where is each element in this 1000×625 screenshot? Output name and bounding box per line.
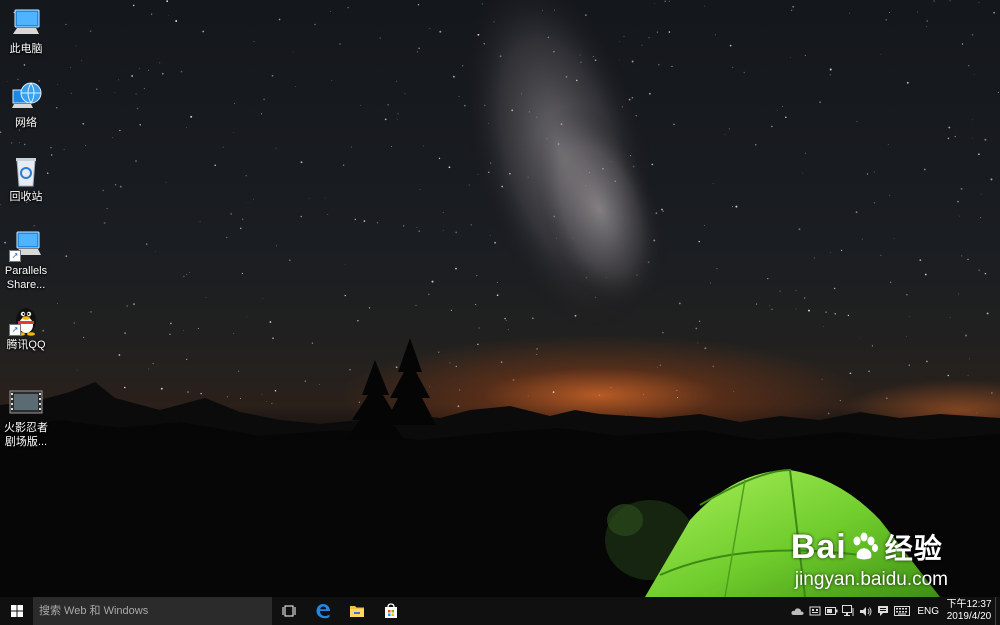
desktop-icon-label: Parallels Share... (4, 265, 48, 291)
taskbar: 搜索 Web 和 Windows ENG 下午12:37 2019/4/20 (0, 597, 1000, 625)
video-file-icon (9, 385, 43, 419)
tray-network-icon[interactable] (840, 597, 857, 625)
network-globe-icon (9, 80, 43, 114)
desktop-icon-tencent-qq[interactable]: ↗ 腾讯QQ (2, 302, 50, 352)
task-view-icon (282, 605, 296, 617)
desktop-icon-label: 腾讯QQ (6, 339, 46, 351)
desktop-icon-label: 回收站 (9, 191, 43, 203)
task-view-button[interactable] (272, 597, 306, 625)
store-button[interactable] (374, 597, 408, 625)
qq-penguin-icon: ↗ (9, 302, 43, 336)
recycle-bin-icon (9, 154, 43, 188)
desktop-icon-recycle-bin[interactable]: 回收站 (2, 154, 50, 204)
tray-onedrive-icon[interactable] (789, 597, 806, 625)
watermark-brand-left: Bai (790, 528, 847, 566)
taskbar-search-input[interactable]: 搜索 Web 和 Windows (33, 597, 272, 625)
input-language-button[interactable]: ENG (917, 606, 939, 617)
computer-shortcut-icon: ↗ (9, 228, 43, 262)
store-bag-icon (385, 603, 397, 618)
desktop-icon-label: 网络 (15, 117, 37, 129)
start-button[interactable] (0, 597, 33, 625)
watermark-brand-right: 经验 (884, 533, 943, 564)
tray-keyboard-icon[interactable] (891, 597, 913, 625)
taskbar-clock[interactable]: 下午12:37 2019/4/20 (945, 599, 993, 623)
watermark-url: jingyan.baidu.com (794, 569, 948, 590)
tray-app-icon[interactable] (806, 597, 823, 625)
edge-browser-button[interactable] (306, 597, 340, 625)
desktop-icon-network[interactable]: 网络 (2, 80, 50, 130)
shortcut-arrow-icon: ↗ (9, 250, 21, 262)
tray-battery-icon[interactable] (823, 597, 840, 625)
desktop-icon-parallels-share[interactable]: ↗ Parallels Share... (2, 228, 50, 292)
baidu-jingyan-watermark: Bai 经验 jingyan.baidu.com (791, 527, 948, 591)
folder-icon (350, 606, 364, 617)
search-placeholder: 搜索 Web 和 Windows (39, 605, 149, 617)
tray-action-center-icon[interactable] (874, 597, 891, 625)
desktop-icon-this-pc[interactable]: 此电脑 (2, 6, 50, 56)
desktop-icon-label: 此电脑 (9, 43, 43, 55)
edge-icon (316, 604, 330, 619)
shortcut-arrow-icon: ↗ (9, 324, 21, 336)
clock-date: 2019/4/20 (946, 611, 992, 622)
tray-volume-icon[interactable] (857, 597, 874, 625)
show-desktop-button[interactable] (995, 597, 1000, 625)
file-explorer-button[interactable] (340, 597, 374, 625)
desktop-icon-naruto-movie[interactable]: 火影忍者 剧场版... (2, 385, 50, 449)
desktop[interactable]: 此电脑 网络 回收站 ↗ Parallels Share... ↗ 腾讯QQ 火… (0, 0, 1000, 597)
baidu-paw-logo-icon (853, 532, 878, 560)
computer-icon (9, 6, 43, 40)
desktop-icon-label: 火影忍者 剧场版... (4, 422, 48, 448)
system-tray: ENG 下午12:37 2019/4/20 (789, 597, 1000, 625)
windows-logo-icon (10, 605, 23, 617)
clock-time: 下午12:37 (946, 599, 992, 610)
wallpaper-landscape (0, 0, 1000, 597)
